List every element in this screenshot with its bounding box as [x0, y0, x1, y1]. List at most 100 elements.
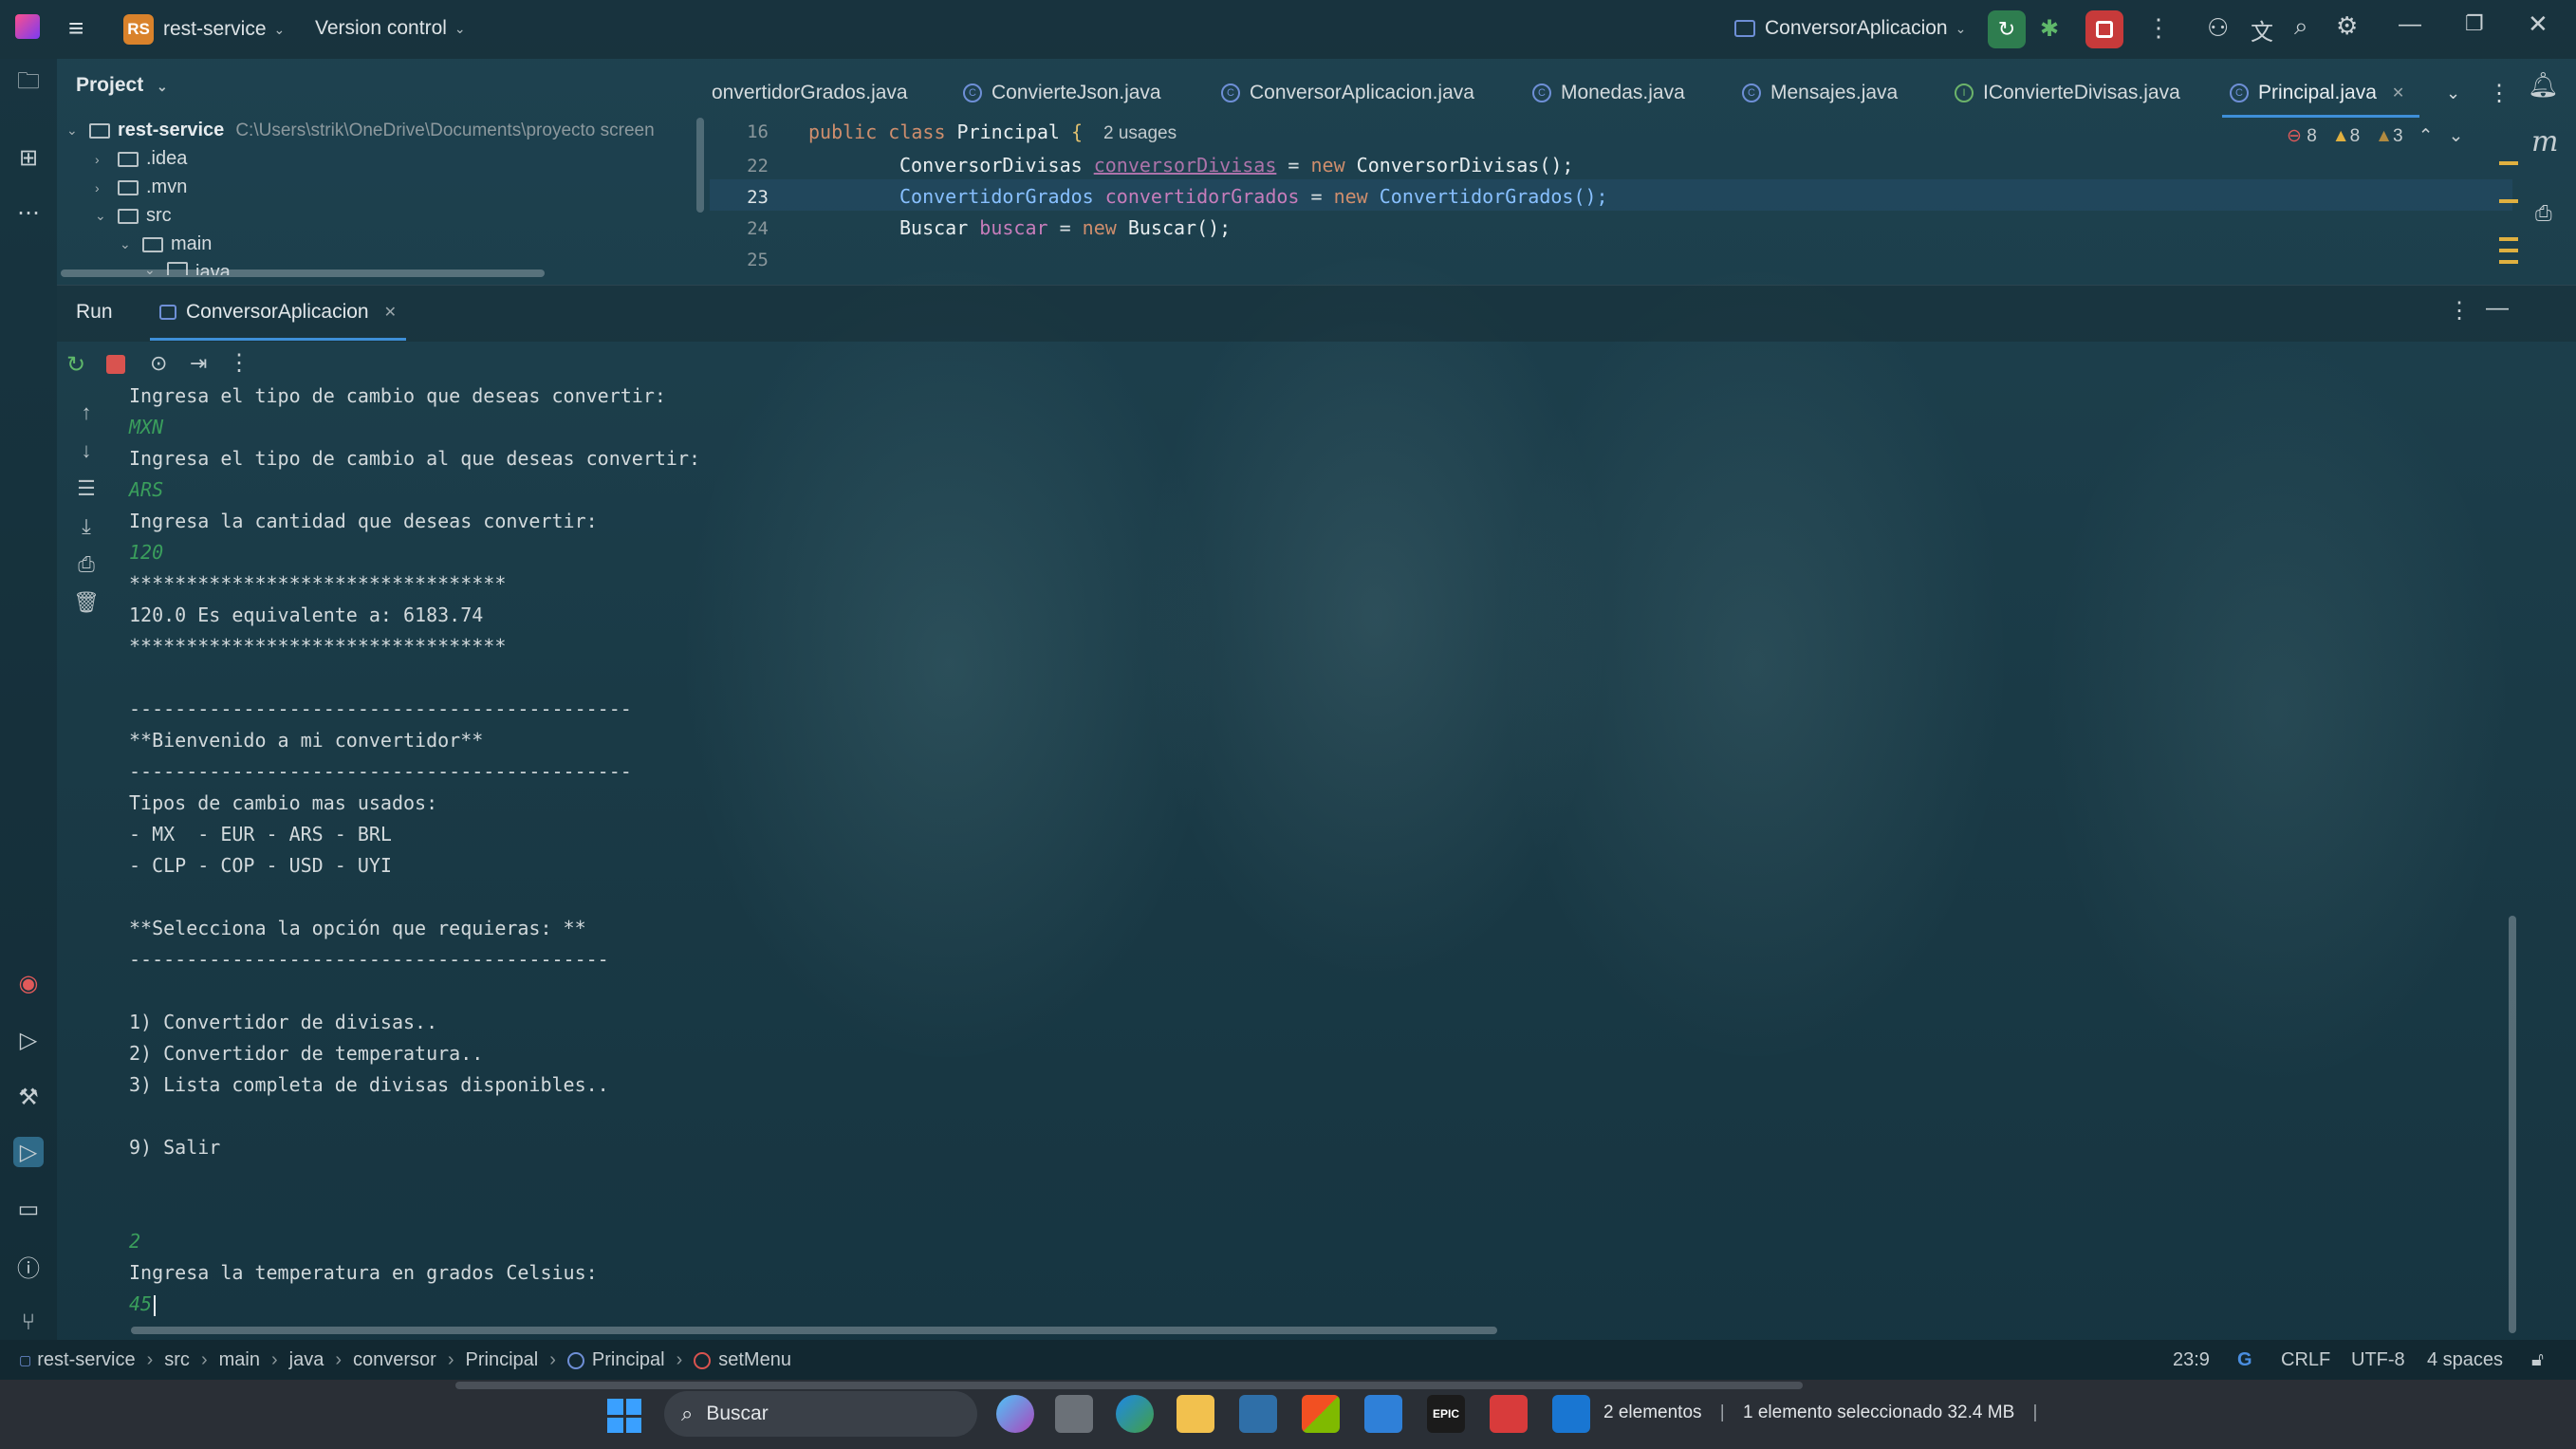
code-line-16[interactable]: public class Principal {2 usages: [808, 121, 1177, 144]
database-icon[interactable]: ⎙: [2535, 201, 2552, 226]
run-panel-more-icon[interactable]: ⋮: [2448, 297, 2471, 325]
profiler-icon[interactable]: ◉: [13, 968, 44, 998]
inspection-widget[interactable]: ⊖ 8 ▲8 ▲3 ⌃ ⌄: [2287, 125, 2463, 147]
epic-games-icon[interactable]: EPIC: [1427, 1395, 1465, 1433]
project-folder-icon[interactable]: 🗀: [13, 68, 44, 99]
usages-hint[interactable]: 2 usages: [1103, 123, 1177, 143]
game-controller-icon[interactable]: [1490, 1395, 1528, 1433]
console-hscrollbar[interactable]: [131, 1327, 1497, 1334]
minimize-icon[interactable]: —: [2399, 11, 2421, 38]
breadcrumb-item[interactable]: src: [164, 1349, 190, 1371]
previous-highlight-icon[interactable]: ⌃: [2418, 125, 2434, 147]
project-switcher[interactable]: RS rest-service ⌄: [123, 14, 285, 45]
project-panel-title[interactable]: Project ⌄: [76, 74, 168, 97]
maven-icon[interactable]: m: [2531, 125, 2558, 158]
google-icon[interactable]: G: [2237, 1349, 2252, 1371]
translate-icon[interactable]: 文: [2251, 13, 2273, 46]
project-vscrollbar[interactable]: [696, 118, 704, 213]
tree-item-src[interactable]: ⌄ src: [95, 205, 172, 227]
code-line-22[interactable]: ConversorDivisas conversorDivisas = new …: [899, 154, 1573, 176]
tab-mensajes[interactable]: C Mensajes.java: [1742, 68, 1898, 118]
tab-iconvierte-divisas[interactable]: I IConvierteDivisas.java: [1955, 68, 2180, 118]
rerun-button[interactable]: ↻: [1988, 10, 2026, 48]
close-tab-icon[interactable]: ✕: [2392, 84, 2404, 102]
debug-icon[interactable]: ✱: [2040, 15, 2059, 43]
file-explorer-icon[interactable]: [1177, 1395, 1214, 1433]
breadcrumb-item[interactable]: rest-service: [37, 1349, 135, 1371]
breadcrumb-item[interactable]: conversor: [353, 1349, 436, 1371]
more-actions-icon[interactable]: ⋮: [2146, 13, 2171, 43]
rerun-icon[interactable]: ↻: [66, 351, 85, 379]
close-icon[interactable]: ✕: [2528, 9, 2548, 39]
console-output[interactable]: Ingresa el tipo de cambio que deseas con…: [114, 384, 2505, 1319]
hide-panel-icon[interactable]: —: [2486, 295, 2509, 322]
edge-browser-icon[interactable]: [1116, 1395, 1154, 1433]
build-icon[interactable]: ⚒: [13, 1082, 44, 1112]
structure-icon[interactable]: ⊞: [13, 142, 44, 173]
git-icon[interactable]: ⑂: [13, 1308, 44, 1338]
file-encoding[interactable]: UTF-8: [2351, 1349, 2405, 1371]
breadcrumb-item[interactable]: Principal: [592, 1349, 665, 1371]
scroll-to-end-icon[interactable]: ⤓: [72, 512, 101, 541]
camera-icon[interactable]: ⊙: [150, 351, 167, 376]
tree-item-rest-service[interactable]: ⌄ rest-service C:\Users\strik\OneDrive\D…: [66, 120, 655, 141]
vscode-icon[interactable]: [1552, 1395, 1590, 1433]
next-highlight-icon[interactable]: ⌄: [2448, 125, 2463, 147]
notifications-icon[interactable]: 🔔︎: [2528, 70, 2559, 100]
start-button[interactable]: [607, 1399, 641, 1433]
version-control-menu[interactable]: Version control ⌄: [315, 17, 466, 40]
code-line-23[interactable]: ConvertidorGrados convertidorGrados = ne…: [899, 185, 1608, 208]
close-tab-icon[interactable]: ✕: [384, 303, 397, 322]
tree-item-idea[interactable]: › .idea: [95, 148, 187, 170]
up-arrow-icon[interactable]: ↑: [72, 399, 101, 427]
breadcrumb-item[interactable]: setMenu: [718, 1349, 791, 1371]
app-icon[interactable]: [1239, 1395, 1277, 1433]
lock-icon[interactable]: 🔓︎: [2531, 1349, 2544, 1371]
settings-gear-icon[interactable]: ⚙: [2336, 11, 2358, 41]
tree-item-main[interactable]: ⌄ main: [120, 233, 212, 255]
console-vscrollbar[interactable]: [2509, 916, 2516, 1333]
task-view-icon[interactable]: [1055, 1395, 1093, 1433]
project-hscrollbar[interactable]: [61, 269, 545, 277]
run-tool-icon[interactable]: ▷: [13, 1137, 44, 1167]
more-icon[interactable]: ⋮: [228, 349, 250, 377]
breadcrumb-item[interactable]: java: [289, 1349, 324, 1371]
line-separator[interactable]: CRLF: [2281, 1349, 2330, 1371]
run-tab-conversor[interactable]: ConversorAplicacion ✕: [150, 286, 406, 341]
explorer-hscrollbar[interactable]: [455, 1382, 1803, 1389]
microsoft-store-icon[interactable]: [1302, 1395, 1340, 1433]
caret-position[interactable]: 23:9: [2173, 1349, 2210, 1371]
tabs-overflow-icon[interactable]: ⌄: [2446, 68, 2460, 118]
tree-item-mvn[interactable]: › .mvn: [95, 176, 187, 198]
trash-icon[interactable]: 🗑︎: [72, 588, 101, 617]
taskbar-search[interactable]: ⌕ Buscar: [664, 1391, 977, 1437]
print-icon[interactable]: ⎙: [72, 550, 101, 579]
exit-icon[interactable]: ⇥: [190, 351, 207, 376]
tab-convierte-json[interactable]: C ConvierteJson.java: [963, 68, 1161, 118]
problems-icon[interactable]: ⓘ: [13, 1251, 44, 1282]
indent-setting[interactable]: 4 spaces: [2427, 1349, 2503, 1371]
services-icon[interactable]: ▷: [13, 1025, 44, 1055]
down-arrow-icon[interactable]: ↓: [72, 437, 101, 465]
restore-icon[interactable]: ❐: [2465, 11, 2484, 36]
tab-monedas[interactable]: C Monedas.java: [1532, 68, 1685, 118]
mail-icon[interactable]: [1364, 1395, 1402, 1433]
code-line-24[interactable]: Buscar buscar = new Buscar();: [899, 216, 1231, 239]
search-icon[interactable]: ⌕: [2294, 11, 2308, 42]
copilot-icon[interactable]: [996, 1395, 1034, 1433]
stop-icon[interactable]: [106, 355, 125, 374]
breadcrumb-item[interactable]: Principal: [466, 1349, 539, 1371]
terminal-icon[interactable]: ▭: [13, 1194, 44, 1224]
tab-principal[interactable]: C Principal.java ✕: [2222, 68, 2420, 118]
run-config-selector[interactable]: ConversorAplicacion ⌄: [1734, 17, 1966, 40]
stop-button[interactable]: [2085, 10, 2123, 48]
breadcrumb-item[interactable]: main: [219, 1349, 260, 1371]
tab-conversor-aplicacion[interactable]: C ConversorAplicacion.java: [1221, 68, 1474, 118]
more-tools-icon[interactable]: ⋯: [13, 197, 44, 228]
tabs-more-icon[interactable]: ⋮: [2488, 68, 2511, 118]
main-menu-icon[interactable]: ≡: [68, 13, 83, 44]
soft-wrap-icon[interactable]: ☰: [72, 474, 101, 503]
tab-convertidor-grados[interactable]: onvertidorGrados.java: [712, 68, 908, 118]
intellij-logo-icon[interactable]: [15, 14, 40, 39]
add-user-icon[interactable]: ⚇: [2207, 13, 2229, 43]
